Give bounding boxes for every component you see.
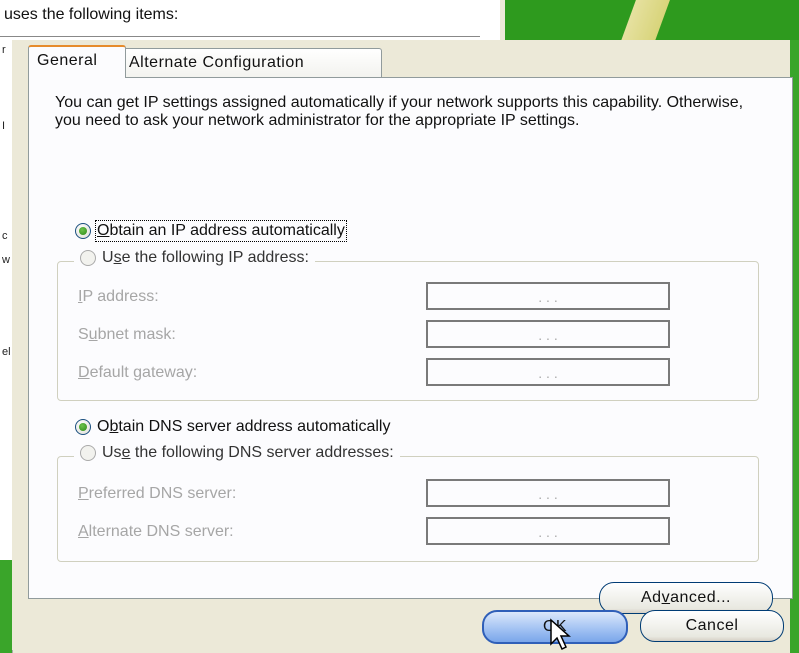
preferred-dns-label: Preferred DNS server: bbox=[78, 485, 237, 502]
preferred-dns-input[interactable]: . . . bbox=[426, 479, 670, 507]
use-static-dns-radio[interactable] bbox=[80, 445, 96, 461]
general-tab-panel: You can get IP settings assigned automat… bbox=[28, 77, 793, 614]
subnet-mask-input[interactable]: . . . bbox=[426, 320, 670, 348]
background-window: uses the following items: bbox=[0, 0, 500, 41]
intro-text: You can get IP settings assigned automat… bbox=[55, 94, 744, 129]
use-static-dns-label[interactable]: Use the following DNS server addresses: bbox=[102, 444, 394, 462]
obtain-ip-auto-radio[interactable] bbox=[75, 223, 91, 239]
desktop-wallpaper bbox=[505, 0, 799, 60]
default-gateway-label: Default gateway: bbox=[78, 364, 198, 381]
use-static-ip-label[interactable]: Use the following IP address: bbox=[102, 249, 309, 267]
obtain-ip-auto-option[interactable]: Obtain an IP address automatically bbox=[75, 220, 347, 242]
default-gateway-input[interactable]: . . . bbox=[426, 358, 670, 386]
desktop-wallpaper-left bbox=[0, 560, 12, 653]
obtain-dns-auto-label[interactable]: Obtain DNS server address automatically bbox=[97, 418, 390, 436]
background-divider bbox=[0, 36, 480, 37]
background-window-text: uses the following items: bbox=[4, 6, 179, 23]
obtain-dns-auto-option[interactable]: Obtain DNS server address automatically bbox=[75, 418, 390, 436]
alternate-dns-input[interactable]: . . . bbox=[426, 517, 670, 545]
cancel-button[interactable]: Cancel bbox=[640, 610, 784, 642]
use-static-ip-radio[interactable] bbox=[80, 250, 96, 266]
static-ip-group: Use the following IP address: IP address… bbox=[57, 249, 759, 401]
alternate-dns-label: Alternate DNS server: bbox=[78, 523, 234, 540]
static-dns-group: Use the following DNS server addresses: … bbox=[57, 444, 759, 562]
subnet-mask-row: Subnet mask: . . . bbox=[78, 320, 758, 350]
obtain-dns-auto-radio[interactable] bbox=[75, 419, 91, 435]
ip-address-label: IP address: bbox=[78, 288, 159, 305]
obtain-ip-auto-label[interactable]: Obtain an IP address automatically bbox=[95, 220, 347, 242]
use-static-ip-option[interactable]: Use the following IP address: bbox=[74, 249, 315, 267]
use-static-dns-option[interactable]: Use the following DNS server addresses: bbox=[74, 444, 400, 462]
preferred-dns-row: Preferred DNS server: . . . bbox=[78, 479, 758, 509]
tcpip-properties-dialog: General Alternate Configuration You can … bbox=[12, 40, 793, 651]
ip-address-row: IP address: . . . bbox=[78, 282, 758, 312]
mouse-pointer-icon bbox=[550, 618, 571, 651]
tab-alternate-configuration[interactable]: Alternate Configuration bbox=[120, 48, 382, 77]
default-gateway-row: Default gateway: . . . bbox=[78, 358, 758, 388]
ip-address-input[interactable]: . . . bbox=[426, 282, 670, 310]
subnet-mask-label: Subnet mask: bbox=[78, 326, 176, 343]
alternate-dns-row: Alternate DNS server: . . . bbox=[78, 517, 758, 547]
tab-general[interactable]: General bbox=[28, 45, 126, 78]
